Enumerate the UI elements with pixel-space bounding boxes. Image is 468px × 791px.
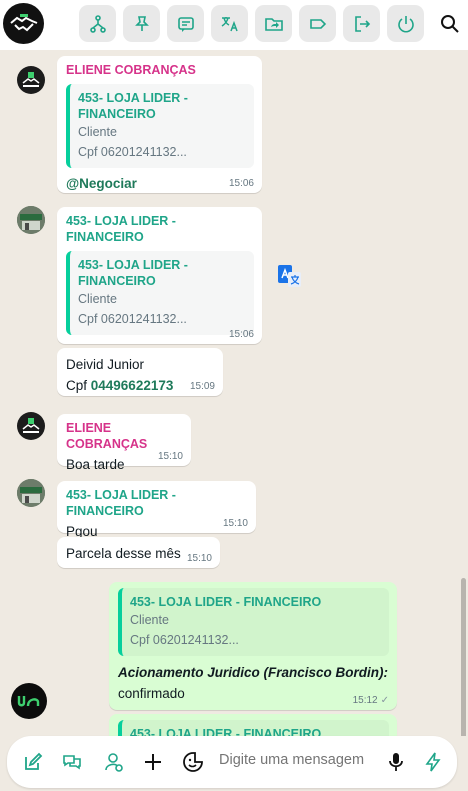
search-button[interactable] bbox=[436, 10, 464, 38]
quote-title: 453- LOJA LIDER - FINANCEIRO bbox=[130, 595, 322, 609]
contact-icon bbox=[105, 753, 123, 772]
sent-check-icon: ✓ bbox=[380, 695, 389, 706]
message-time: 15:10 bbox=[222, 518, 248, 529]
quoted-message[interactable]: 453- LOJA LIDER - FINANCEIRO Cliente Cpf… bbox=[66, 251, 254, 335]
storefront-avatar-icon bbox=[17, 206, 45, 234]
message-time-value: 15:12 bbox=[352, 695, 378, 706]
quick-replies-button[interactable] bbox=[60, 750, 84, 774]
mic-button[interactable] bbox=[384, 750, 408, 774]
lightning-button[interactable] bbox=[421, 750, 445, 774]
sender-name: 453- LOJA LIDER - FINANCEIRO bbox=[66, 214, 176, 244]
logout-icon bbox=[354, 15, 370, 32]
quoted-message[interactable]: 453- LOJA LIDER - FINANCEIRO bbox=[118, 720, 389, 736]
attach-button[interactable] bbox=[141, 750, 165, 774]
edit-icon bbox=[25, 752, 43, 770]
composer-area bbox=[0, 736, 468, 791]
label-button[interactable] bbox=[299, 5, 336, 42]
sticker-icon bbox=[183, 752, 203, 772]
message-time: 15:09 bbox=[189, 381, 215, 392]
message-time: 15:10 bbox=[186, 553, 212, 564]
sender-name: 453- LOJA LIDER - FINANCEIRO bbox=[66, 488, 176, 518]
quote-line: Cpf 06201241132... bbox=[78, 145, 187, 159]
message-text: Deivid Junior bbox=[66, 357, 145, 372]
message-bubble[interactable]: ELIENE COBRANÇAS Boa tarde 15:10 bbox=[57, 414, 191, 472]
storefront-avatar-icon bbox=[17, 479, 45, 507]
chat-list-button[interactable] bbox=[167, 5, 204, 42]
translate-icon bbox=[278, 265, 301, 287]
translate-button[interactable] bbox=[211, 5, 248, 42]
message-time: 15:12 ✓ bbox=[353, 695, 389, 706]
message-time: 15:06 bbox=[228, 178, 254, 189]
cpf-number[interactable]: 04496622173 bbox=[91, 378, 174, 393]
label-icon bbox=[309, 18, 326, 29]
mic-icon bbox=[389, 753, 403, 771]
folder-share-icon bbox=[264, 17, 283, 31]
contact-button[interactable] bbox=[102, 750, 126, 774]
message-text: confirmado bbox=[118, 686, 185, 701]
message-input[interactable] bbox=[219, 752, 379, 768]
handshake-icon bbox=[9, 13, 37, 31]
edit-button[interactable] bbox=[21, 750, 45, 774]
translate-icon bbox=[221, 16, 238, 31]
negociar-avatar-icon bbox=[22, 418, 40, 433]
message-time: 15:10 bbox=[157, 451, 183, 462]
folder-share-button[interactable] bbox=[255, 5, 292, 42]
negociar-logo[interactable] bbox=[3, 3, 44, 44]
sender-name: ELIENE COBRANÇAS bbox=[66, 63, 196, 77]
quote-line: Cliente bbox=[78, 125, 117, 139]
quote-line: Cliente bbox=[130, 613, 169, 627]
logout-button[interactable] bbox=[343, 5, 380, 42]
avatar-eliene[interactable] bbox=[17, 66, 45, 94]
power-button[interactable] bbox=[387, 5, 424, 42]
message-bubble[interactable]: ELIENE COBRANÇAS 453- LOJA LIDER - FINAN… bbox=[57, 56, 262, 193]
quote-line: Cliente bbox=[78, 292, 117, 306]
quote-line: Cpf 06201241132... bbox=[78, 312, 187, 326]
fork-icon bbox=[89, 14, 106, 33]
avatar-loja-lider[interactable] bbox=[17, 479, 45, 507]
message-bubble[interactable]: Deivid Junior Cpf 04496622173 15:09 bbox=[57, 348, 223, 396]
cpf-prefix: Cpf bbox=[66, 378, 91, 393]
quoted-message[interactable]: 453- LOJA LIDER - FINANCEIRO Cliente Cpf… bbox=[118, 588, 389, 656]
chat-area[interactable]: ELIENE COBRANÇAS 453- LOJA LIDER - FINAN… bbox=[0, 50, 468, 736]
search-icon bbox=[441, 15, 459, 33]
outgoing-message-bubble[interactable]: 453- LOJA LIDER - FINANCEIRO bbox=[109, 714, 397, 736]
sticker-button[interactable] bbox=[181, 750, 205, 774]
avatar-eliene[interactable] bbox=[17, 412, 45, 440]
ua-logo-icon bbox=[17, 696, 40, 707]
plus-icon bbox=[145, 754, 161, 770]
pin-button[interactable] bbox=[123, 5, 160, 42]
power-icon bbox=[397, 15, 414, 32]
mention-link[interactable]: @Negociar bbox=[66, 176, 254, 191]
quote-title: 453- LOJA LIDER - FINANCEIRO bbox=[78, 258, 188, 288]
top-toolbar bbox=[0, 0, 468, 50]
chat-scrollbar[interactable] bbox=[461, 578, 466, 736]
quote-title: 453- LOJA LIDER - FINANCEIRO bbox=[78, 91, 188, 121]
negociar-avatar-icon bbox=[22, 72, 40, 87]
lightning-icon bbox=[425, 752, 441, 772]
translate-message-button[interactable] bbox=[277, 263, 303, 289]
fork-button[interactable] bbox=[79, 5, 116, 42]
chat-list-icon bbox=[177, 16, 194, 32]
message-text-bold: Acionamento Juridico (Francisco Bordin): bbox=[118, 665, 389, 680]
message-bubble[interactable]: Parcela desse mês 15:10 bbox=[57, 537, 220, 568]
message-bubble[interactable]: 453- LOJA LIDER - FINANCEIRO 453- LOJA L… bbox=[57, 207, 262, 361]
chat-bubbles-icon bbox=[63, 755, 81, 770]
message-time: 15:06 bbox=[228, 329, 254, 340]
message-composer bbox=[7, 736, 457, 788]
pin-icon bbox=[134, 15, 149, 31]
quoted-message[interactable]: 453- LOJA LIDER - FINANCEIRO Cliente Cpf… bbox=[66, 84, 254, 168]
outgoing-message-bubble[interactable]: 453- LOJA LIDER - FINANCEIRO Cliente Cpf… bbox=[109, 582, 397, 710]
quote-line: Cpf 06201241132... bbox=[130, 633, 239, 647]
avatar-loja-lider[interactable] bbox=[17, 206, 45, 234]
quote-title: 453- LOJA LIDER - FINANCEIRO bbox=[130, 727, 322, 736]
sender-name: ELIENE COBRANÇAS bbox=[66, 421, 148, 451]
message-bubble[interactable]: 453- LOJA LIDER - FINANCEIRO Pgou 15:10 bbox=[57, 481, 256, 539]
avatar-own[interactable] bbox=[11, 683, 47, 719]
